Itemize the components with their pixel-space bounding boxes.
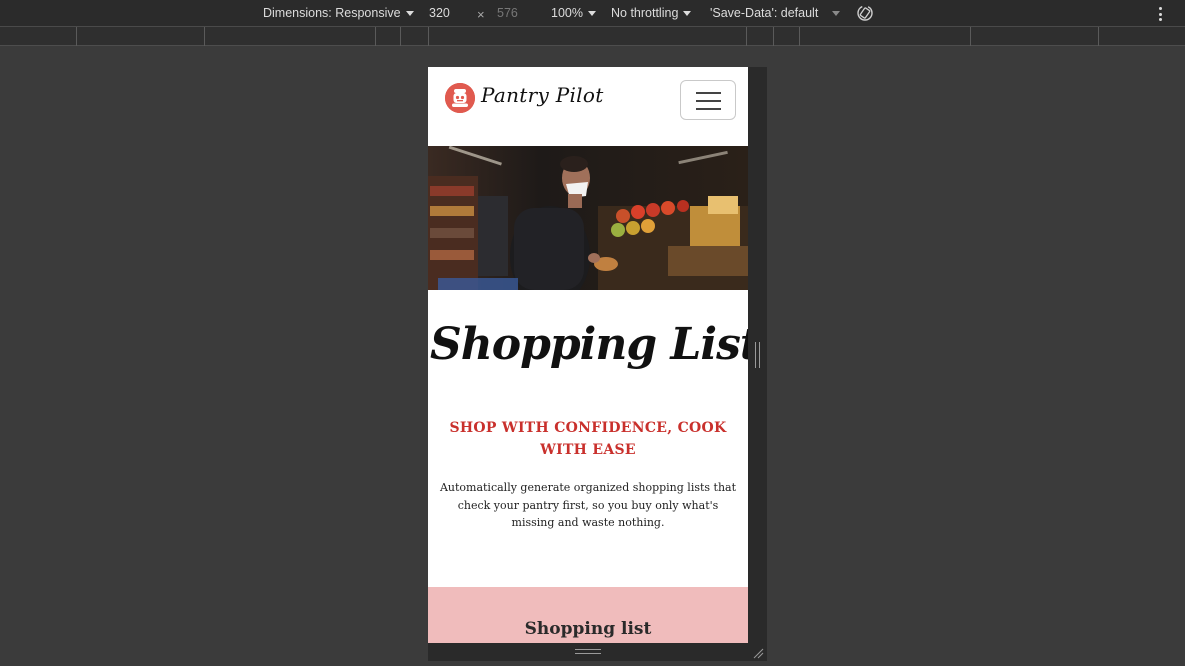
shopping-list-section: Shopping list	[428, 587, 748, 643]
device-toolbar: Dimensions: Responsive 320 × 576 100% No…	[0, 0, 1185, 27]
save-data-dropdown[interactable]: 'Save-Data': default	[710, 6, 841, 20]
page-subtitle: SHOP WITH CONFIDENCE, COOK WITH EASE	[449, 420, 727, 458]
chevron-down-icon	[832, 10, 841, 16]
rotate-icon[interactable]	[856, 4, 874, 22]
hamburger-icon	[696, 92, 721, 94]
height-input[interactable]: 576	[497, 6, 518, 20]
media-query-ruler	[0, 27, 1185, 46]
dimensions-dropdown[interactable]: Dimensions: Responsive	[263, 6, 414, 20]
times-symbol: ×	[477, 7, 485, 22]
more-options-icon[interactable]	[1155, 6, 1165, 22]
chevron-down-icon	[683, 10, 692, 16]
resize-handle-right[interactable]	[748, 67, 767, 661]
section-title: Shopping list	[524, 619, 652, 639]
brand-name[interactable]: Pantry Pilot	[481, 83, 604, 107]
chevron-down-icon	[587, 10, 596, 16]
throttling-dropdown[interactable]: No throttling	[611, 6, 692, 20]
resize-handle-bottom[interactable]	[428, 643, 748, 661]
height-value: 576	[497, 6, 518, 20]
page-lead-text: Automatically generate organized shoppin…	[439, 481, 737, 529]
site-navbar: Pantry Pilot	[428, 67, 748, 146]
throttling-value: No throttling	[611, 6, 679, 20]
device-viewport: Pantry Pilot Shopping Lists SHOP WITH CO…	[428, 67, 748, 643]
dimensions-label: Dimensions: Responsive	[263, 6, 401, 20]
navbar-toggle-button[interactable]	[680, 80, 736, 120]
save-data-value: 'Save-Data': default	[710, 6, 819, 20]
zoom-value: 100%	[551, 6, 583, 20]
zoom-dropdown[interactable]: 100%	[551, 6, 596, 20]
width-value: 320	[429, 6, 450, 20]
robot-chef-icon[interactable]	[445, 83, 475, 113]
width-input[interactable]: 320	[429, 6, 450, 20]
resize-handle-corner[interactable]	[748, 643, 767, 661]
chevron-down-icon	[405, 10, 414, 16]
page-title: Shopping Lists	[430, 319, 748, 370]
hero-image	[428, 146, 748, 290]
